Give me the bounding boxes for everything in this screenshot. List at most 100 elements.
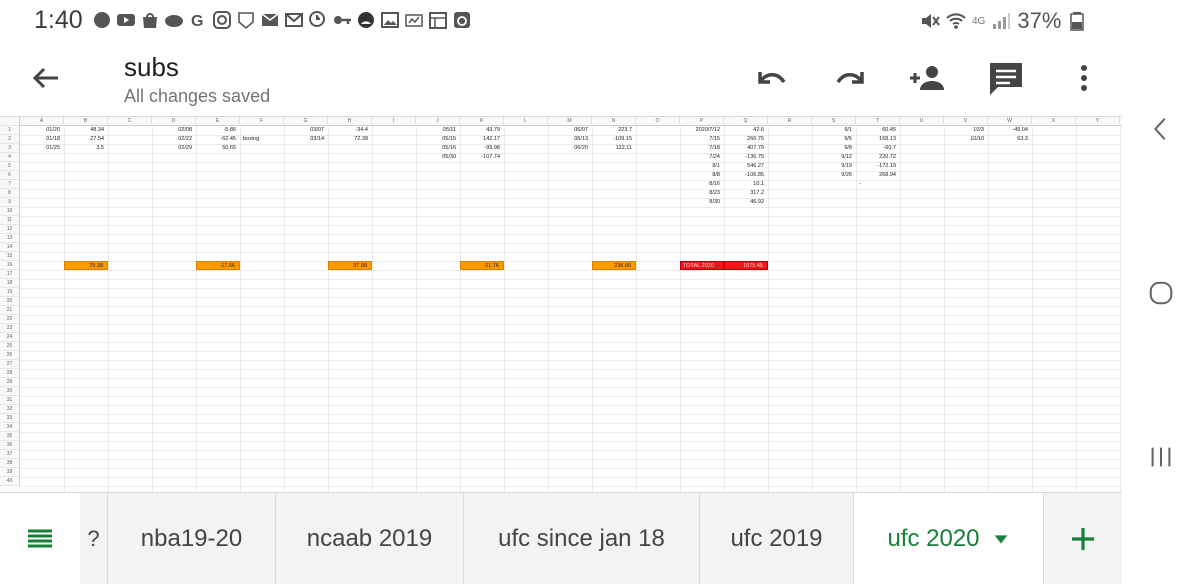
total-cell-b16[interactable]: 79.38 [64,261,108,270]
more-options-button[interactable] [1064,58,1104,98]
cell-m3[interactable]: 06/20 [548,144,592,153]
row-header-5[interactable]: 5 [0,162,20,171]
redo-button[interactable] [830,58,870,98]
cell-n3[interactable]: 122.11 [592,144,636,153]
cell-q6[interactable]: -106.85 [724,171,768,180]
nav-home-button[interactable] [1136,268,1186,318]
cell-j4[interactable]: 05/30 [416,153,460,162]
row-header-34[interactable]: 34 [0,423,20,432]
row-header-23[interactable]: 23 [0,324,20,333]
cell-q9[interactable]: 46.92 [724,198,768,207]
cell-m2[interactable]: 06/13 [548,135,592,144]
column-header-l[interactable]: L [504,117,548,126]
column-header-h[interactable]: H [328,117,372,126]
cell-v1[interactable]: 10/3 [944,126,988,135]
column-header-i[interactable]: I [372,117,416,126]
cell-g1[interactable]: 03/07 [284,126,328,135]
cell-j3[interactable]: 05/16 [416,144,460,153]
row-header-35[interactable]: 35 [0,432,20,441]
cell-p3[interactable]: 7/18 [680,144,724,153]
tab-ufc-2020[interactable]: ufc 2020 [854,493,1044,584]
total-cell-n16[interactable]: 236.66 [592,261,636,270]
cell-h2[interactable]: 72.38 [328,135,372,144]
column-header-j[interactable]: J [416,117,460,126]
column-header-v[interactable]: V [944,117,988,126]
cell-p2[interactable]: 7/15 [680,135,724,144]
column-header-k[interactable]: K [460,117,504,126]
nav-back-button[interactable] [1136,104,1186,154]
select-all-corner[interactable] [0,117,20,126]
cell-t1[interactable]: 60.45 [856,126,900,135]
cell-n1[interactable]: 223.7 [592,126,636,135]
row-header-33[interactable]: 33 [0,414,20,423]
column-header-r[interactable]: R [768,117,812,126]
cell-m1[interactable]: 06/07 [548,126,592,135]
cell-d1[interactable]: 02/08 [152,126,196,135]
row-header-12[interactable]: 12 [0,225,20,234]
column-header-q[interactable]: Q [724,117,768,126]
back-button[interactable] [26,58,66,98]
cell-n2[interactable]: -109.15 [592,135,636,144]
row-header-14[interactable]: 14 [0,243,20,252]
cell-j2[interactable]: 05/15 [416,135,460,144]
row-header-11[interactable]: 11 [0,216,20,225]
tab-ufc-2019[interactable]: ufc 2019 [700,493,854,584]
row-header-3[interactable]: 3 [0,144,20,153]
cell-g2[interactable]: 03/14 [284,135,328,144]
row-header-36[interactable]: 36 [0,441,20,450]
row-header-2[interactable]: 2 [0,135,20,144]
row-header-1[interactable]: 1 [0,126,20,135]
row-header-21[interactable]: 21 [0,306,20,315]
row-header-4[interactable]: 4 [0,153,20,162]
share-button[interactable] [908,58,948,98]
cell-t6[interactable]: 268.94 [856,171,900,180]
row-header-37[interactable]: 37 [0,450,20,459]
cell-e2[interactable]: -62.45 [196,135,240,144]
tab-nba19-20[interactable]: nba19-20 [108,493,276,584]
cell-t2[interactable]: 168.13 [856,135,900,144]
row-header-18[interactable]: 18 [0,279,20,288]
cell-q4[interactable]: -136.75 [724,153,768,162]
cell-b1[interactable]: 48.34 [64,126,108,135]
column-header-g[interactable]: G [284,117,328,126]
row-header-16[interactable]: 16 [0,261,20,270]
column-header-y[interactable]: Y [1076,117,1120,126]
row-header-17[interactable]: 17 [0,270,20,279]
nav-recents-button[interactable] [1136,432,1186,482]
row-header-26[interactable]: 26 [0,351,20,360]
cell-t3[interactable]: -60.7 [856,144,900,153]
add-sheet-button[interactable] [1044,493,1122,584]
cell-t4[interactable]: 220.72 [856,153,900,162]
column-header-w[interactable]: W [988,117,1032,126]
column-header-b[interactable]: B [64,117,108,126]
column-header-e[interactable]: E [196,117,240,126]
cell-s1[interactable]: 9/1 [812,126,856,135]
cell-a2[interactable]: 01/18 [20,135,64,144]
row-header-13[interactable]: 13 [0,234,20,243]
cell-p1[interactable]: 2020/7/12 [680,126,724,135]
cell-s3[interactable]: 9/8 [812,144,856,153]
row-header-32[interactable]: 32 [0,405,20,414]
cell-p5[interactable]: 8/1 [680,162,724,171]
row-header-10[interactable]: 10 [0,207,20,216]
total-cell-k16[interactable]: -21.76 [460,261,504,270]
cell-a1[interactable]: 01/20 [20,126,64,135]
column-header-f[interactable]: F [240,117,284,126]
column-header-d[interactable]: D [152,117,196,126]
row-header-40[interactable]: 40 [0,477,20,486]
column-header-x[interactable]: X [1032,117,1076,126]
cell-k4[interactable]: -107.74 [460,153,504,162]
column-header-s[interactable]: S [812,117,856,126]
cell-p4[interactable]: 7/24 [680,153,724,162]
row-header-9[interactable]: 9 [0,198,20,207]
column-header-o[interactable]: O [636,117,680,126]
tab-ufc-since-jan-18[interactable]: ufc since jan 18 [464,493,700,584]
row-header-27[interactable]: 27 [0,360,20,369]
row-header-28[interactable]: 28 [0,369,20,378]
tab-ncaab-2019[interactable]: ncaab 2019 [276,493,464,584]
row-header-15[interactable]: 15 [0,252,20,261]
cell-q2[interactable]: 266.76 [724,135,768,144]
row-header-22[interactable]: 22 [0,315,20,324]
total-cell-e16[interactable]: -17.66 [196,261,240,270]
column-header-c[interactable]: C [108,117,152,126]
